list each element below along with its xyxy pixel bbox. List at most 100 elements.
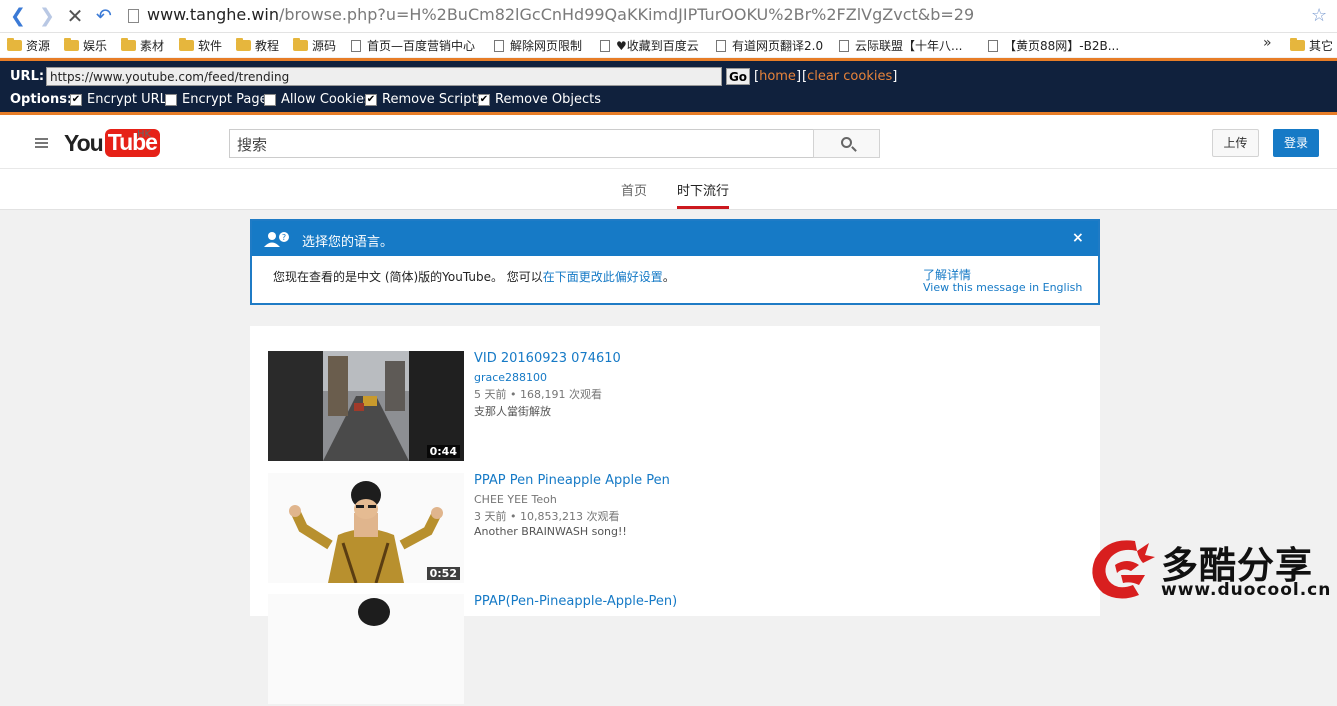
bookmark-folder[interactable]: 娱乐 (64, 37, 107, 54)
bookmark-label: 首页—百度营销中心 (367, 39, 476, 53)
video-title-link[interactable]: VID 20160923 074610 (474, 351, 621, 366)
bookmark-page[interactable]: ♥收藏到百度云 (600, 37, 699, 54)
page-icon (988, 39, 998, 52)
home-link[interactable]: home (759, 69, 796, 84)
page-icon (716, 39, 726, 52)
option-label: Allow Cookies (281, 92, 371, 107)
video-description: Another BRAINWASH song!! (474, 525, 627, 538)
proxy-url-input[interactable]: https://www.youtube.com/feed/trending (46, 67, 722, 86)
notice-text: 您现在查看的是中文 (简体)版的YouTube。 您可以 (273, 270, 543, 284)
folder-icon (7, 38, 22, 51)
go-button[interactable]: Go (726, 68, 750, 85)
search-icon (841, 137, 852, 148)
folder-icon (1290, 38, 1305, 51)
video-meta: 3 天前 • 10,853,213 次观看 (474, 510, 620, 523)
stop-icon[interactable]: ✕ (64, 5, 86, 27)
bookmark-page[interactable]: 【黄页88网】-B2B... (988, 37, 1119, 54)
bookmark-folder[interactable]: 资源 (7, 37, 50, 54)
video-title-link[interactable]: PPAP Pen Pineapple Apple Pen (474, 473, 670, 488)
bookmark-star-icon[interactable]: ☆ (1311, 5, 1327, 26)
bookmark-label: 软件 (198, 39, 223, 53)
logo-tube-text: Tube (104, 129, 160, 157)
checkbox-checked[interactable]: ✔ (478, 93, 490, 106)
video-item[interactable]: PPAP(Pen-Pineapple-Apple-Pen) (268, 594, 1088, 706)
folder-icon (64, 38, 79, 51)
option-remove-scripts[interactable]: ✔ Remove Scripts (365, 92, 483, 107)
upload-button[interactable]: 上传 (1212, 129, 1259, 157)
tab-home[interactable]: 首页 (621, 180, 647, 199)
checkbox-unchecked[interactable] (264, 93, 276, 106)
video-thumbnail[interactable]: 0:44 (268, 351, 464, 461)
option-encrypt-url[interactable]: ✔ Encrypt URL (70, 92, 167, 107)
bookmark-page[interactable]: 首页—百度营销中心 (351, 37, 475, 54)
bookmark-page[interactable]: 云际联盟【十年八... (839, 37, 962, 54)
view-english-link[interactable]: View this message in English (923, 281, 1082, 294)
video-item[interactable]: 0:44 VID 20160923 074610 grace288100 5 天… (268, 351, 1088, 463)
options-label: Options: (10, 92, 73, 107)
region-label: HK (137, 129, 152, 140)
bookmark-folder[interactable]: 软件 (179, 37, 222, 54)
bookmark-label: 解除网页限制 (510, 39, 583, 53)
change-preference-link[interactable]: 在下面更改此偏好设置 (543, 270, 663, 284)
url-label: URL: (10, 69, 45, 84)
bookmark-folder[interactable]: 源码 (293, 37, 336, 54)
video-thumbnail[interactable]: 0:52 (268, 473, 464, 583)
logo-you-text: You (64, 129, 104, 156)
checkbox-unchecked[interactable] (165, 93, 177, 106)
reload-icon[interactable]: ↶ (93, 5, 115, 27)
language-notice: ? 选择您的语言。 × 您现在查看的是中文 (简体)版的YouTube。 您可以… (250, 219, 1100, 305)
option-remove-objects[interactable]: ✔ Remove Objects (478, 92, 601, 107)
search-input[interactable]: 搜索 (229, 129, 814, 158)
bookmark-label: 娱乐 (83, 39, 108, 53)
login-button[interactable]: 登录 (1273, 129, 1319, 157)
page-icon (494, 39, 504, 52)
back-icon[interactable]: ❮ (7, 5, 29, 27)
option-label: Encrypt URL (87, 92, 167, 107)
tab-trending[interactable]: 时下流行 (677, 180, 729, 199)
option-label: Remove Scripts (382, 92, 484, 107)
url-host: www.tanghe.win (147, 5, 279, 24)
bookmark-folder[interactable]: 教程 (236, 37, 279, 54)
bookmark-label: 云际联盟【十年八... (855, 39, 963, 53)
bookmark-label: 源码 (312, 39, 337, 53)
page-icon (128, 9, 139, 23)
video-thumbnail-image (268, 594, 464, 704)
video-duration: 0:44 (426, 445, 460, 458)
option-allow-cookies[interactable]: Allow Cookies (264, 92, 371, 107)
youtube-header: You Tube HK 搜索 上传 登录 (0, 115, 1337, 169)
feed-tabs: 首页 时下流行 (0, 169, 1337, 210)
bookmark-label: ♥收藏到百度云 (616, 39, 699, 53)
notice-title: 选择您的语言。 (302, 235, 394, 250)
folder-icon (236, 38, 251, 51)
url-field[interactable]: www.tanghe.win/browse.php?u=H%2BuCm82lGc… (122, 4, 1312, 28)
notice-header: ? 选择您的语言。 × (252, 221, 1098, 256)
url-path: /browse.php?u=H%2BuCm82lGcCnHd99QaKKimdJ… (279, 5, 975, 24)
video-item[interactable]: 0:52 PPAP Pen Pineapple Apple Pen CHEE Y… (268, 473, 1088, 585)
option-encrypt-page[interactable]: Encrypt Page (165, 92, 268, 107)
bookmark-page[interactable]: 有道网页翻译2.0 (716, 37, 823, 54)
video-thumbnail[interactable] (268, 594, 464, 704)
search-button[interactable] (813, 129, 880, 158)
forward-icon[interactable]: ❯ (36, 5, 58, 27)
bookmark-label: 其它 (1309, 39, 1334, 53)
video-description: 支那人當街解放 (474, 405, 551, 418)
bookmark-page[interactable]: 解除网页限制 (494, 37, 582, 54)
menu-icon[interactable] (35, 138, 48, 148)
checkbox-checked[interactable]: ✔ (365, 93, 377, 106)
bookmark-label: 教程 (255, 39, 280, 53)
clear-cookies-link[interactable]: clear cookies (807, 69, 892, 84)
channel-link[interactable]: CHEE YEE Teoh (474, 493, 557, 506)
folder-icon (121, 38, 136, 51)
browser-address-bar: ❮ ❯ ✕ ↶ www.tanghe.win/browse.php?u=H%2B… (0, 0, 1337, 33)
trending-feed: 0:44 VID 20160923 074610 grace288100 5 天… (250, 326, 1100, 704)
channel-link[interactable]: grace288100 (474, 371, 547, 384)
video-title-link[interactable]: PPAP(Pen-Pineapple-Apple-Pen) (474, 594, 677, 609)
option-label: Remove Objects (495, 92, 601, 107)
bookmarks-bar: 资源 娱乐 素材 软件 教程 源码 首页—百度营销中心 解除网页限制 ♥收藏到百… (0, 33, 1337, 57)
bookmarks-overflow-button[interactable]: » (1263, 35, 1272, 51)
bookmark-folder[interactable]: 其它 (1290, 37, 1333, 54)
notice-text-end: 。 (662, 270, 675, 284)
checkbox-checked[interactable]: ✔ (70, 93, 82, 106)
bookmark-folder[interactable]: 素材 (121, 37, 164, 54)
close-icon[interactable]: × (1072, 230, 1084, 246)
